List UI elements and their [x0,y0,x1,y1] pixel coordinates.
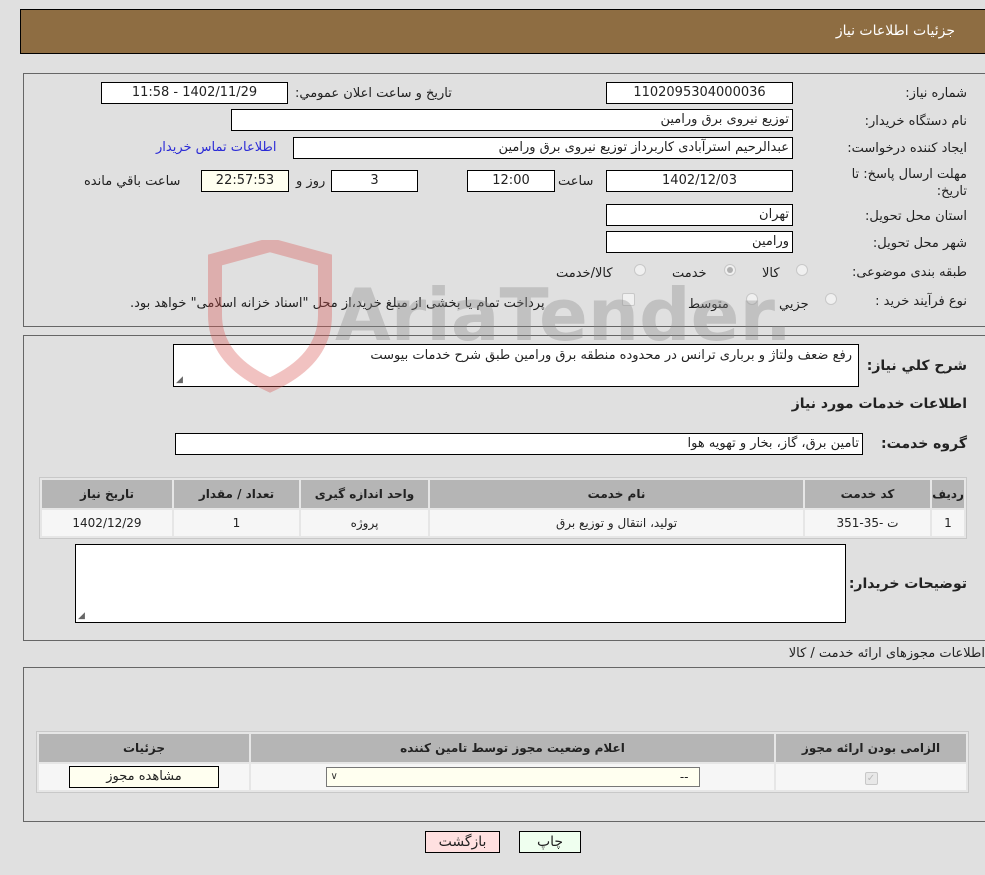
cell-need-date: 1402/12/29 [42,510,172,536]
col-quantity: تعداد / مقدار [174,480,299,508]
cell-permit-status: -- ∨ [251,764,774,790]
cell-service-name: تولید، انتقال و توزیع برق [430,510,803,536]
page-header: جزئیات اطلاعات نیاز [20,9,985,54]
cell-row: 1 [932,510,964,536]
cell-permit-required: ✓ [776,764,966,790]
col-need-date: تاریخ نیاز [42,480,172,508]
description-text: رفع ضعف ولتاژ و برباری ترانس در محدوده م… [370,348,852,363]
category-option-service: خدمت [672,266,707,281]
deadline-time-field: 12:00 [467,170,555,192]
treasury-checkbox[interactable] [622,293,635,306]
category-radio-service[interactable] [724,264,736,276]
days-label: روز و [296,174,326,189]
permits-table: الزامی بودن ارائه مجوز اعلام وضعیت مجوز … [36,731,969,793]
need-number-field: 1102095304000036 [606,82,793,104]
days-remaining-field: 3 [331,170,418,192]
col-row: ردیف [932,480,964,508]
province-field: تهران [606,204,793,226]
col-permit-details: جزئیات [39,734,249,762]
col-service-code: کد خدمت [805,480,930,508]
purchase-radio-minor[interactable] [825,293,837,305]
page-title: جزئیات اطلاعات نیاز [835,23,955,39]
permit-required-checkbox[interactable]: ✓ [864,771,878,785]
permits-table-header: الزامی بودن ارائه مجوز اعلام وضعیت مجوز … [39,734,966,762]
buyer-org-field: توزیع نیروی برق ورامین [231,109,793,131]
table-row: ✓ -- ∨ مشاهده مجوز [39,764,966,790]
print-button[interactable]: چاپ [519,831,581,853]
deadline-date-field: 1402/12/03 [606,170,793,192]
services-table-header: ردیف کد خدمت نام خدمت واحد اندازه گیری ت… [42,480,964,508]
purchase-option-minor: جزيي [779,297,809,312]
announce-label: تاریخ و ساعت اعلان عمومي: [295,86,452,101]
purchase-radio-medium[interactable] [746,293,758,305]
treasury-note: پرداخت تمام یا بخشی از مبلغ خرید،از محل … [130,296,545,311]
buyer-notes-textarea[interactable]: ◢ [75,544,846,623]
description-textarea[interactable]: رفع ضعف ولتاژ و برباری ترانس در محدوده م… [173,344,859,387]
requester-label: ایجاد کننده درخواست: [847,141,967,156]
cell-quantity: 1 [174,510,299,536]
category-radio-goods[interactable] [796,264,808,276]
resize-grip-icon[interactable]: ◢ [78,611,85,621]
table-row: 1 ت -35-351 تولید، انتقال و توزیع برق پر… [42,510,964,536]
time-remaining-field: 22:57:53 [201,170,289,192]
cell-permit-details: مشاهده مجوز [39,764,249,790]
col-unit: واحد اندازه گیری [301,480,428,508]
purchase-option-medium: متوسط [688,297,729,312]
col-permit-required: الزامی بودن ارائه مجوز [776,734,966,762]
deadline-label: مهلت ارسال پاسخ: تا تاریخ: [851,167,967,199]
category-option-goods-service: کالا/خدمت [556,266,613,281]
resize-grip-icon[interactable]: ◢ [176,375,183,385]
category-radio-goods-service[interactable] [634,264,646,276]
cell-service-code: ت -35-351 [805,510,930,536]
requester-field: عبدالرحیم استرآبادی کاربرداز توزیع نیروی… [293,137,793,159]
category-option-goods: کالا [762,266,780,281]
cell-unit: پروژه [301,510,428,536]
back-button[interactable]: بازگشت [425,831,500,853]
col-permit-status: اعلام وضعیت مجوز توسط تامین کننده [251,734,774,762]
buyer-contact-link[interactable]: اطلاعات تماس خریدار [156,140,276,155]
purchase-type-label: نوع فرآیند خرید : [875,294,967,309]
service-group-label: گروه خدمت: [881,436,967,452]
buyer-org-label: نام دستگاه خريدار: [864,114,967,129]
service-group-field: تامین برق، گاز، بخار و تهویه هوا [175,433,863,455]
announce-field: 1402/11/29 - 11:58 [101,82,288,104]
permits-section-title: اطلاعات مجوزهای ارائه خدمت / کالا [788,646,985,661]
city-label: شهر محل تحویل: [872,236,967,251]
deadline-time-label: ساعت [558,174,594,189]
need-number-label: شماره نیاز: [905,86,967,101]
services-section-title: اطلاعات خدمات مورد نياز [791,396,967,412]
view-permit-button[interactable]: مشاهده مجوز [69,766,219,788]
permit-status-select[interactable]: -- ∨ [325,767,700,787]
chevron-down-icon: ∨ [330,771,338,782]
city-field: ورامین [606,231,793,253]
services-table: ردیف کد خدمت نام خدمت واحد اندازه گیری ت… [39,477,967,539]
col-service-name: نام خدمت [430,480,803,508]
province-label: استان محل تحویل: [865,209,967,224]
permit-status-value: -- [679,770,689,784]
buyer-notes-label: توضیحات خریدار: [848,576,967,592]
time-remaining-label: ساعت باقي مانده [84,174,181,189]
category-label: طبقه بندی موضوعی: [851,265,967,280]
description-label: شرح کلي نياز: [866,358,967,374]
